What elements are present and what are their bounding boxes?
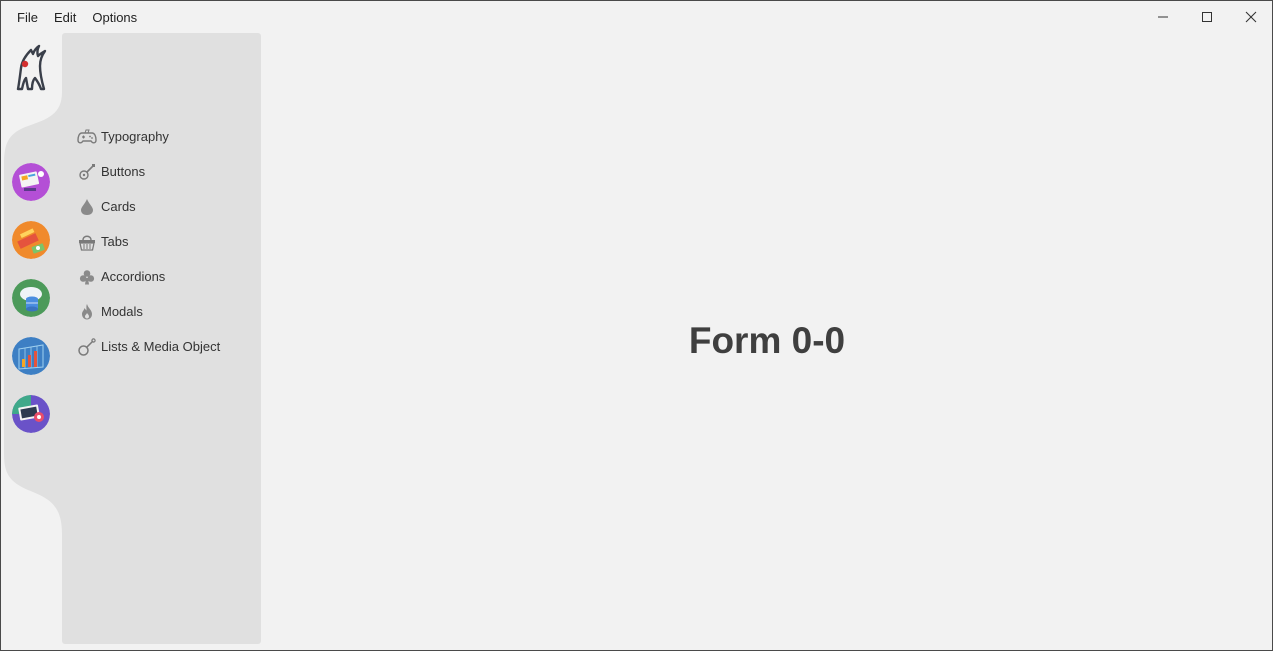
design-monitor-icon[interactable]: [12, 163, 50, 201]
menu-bar: File Edit Options: [9, 8, 145, 28]
sidebar-item-modals[interactable]: Modals: [76, 294, 256, 329]
club-icon: [76, 266, 98, 288]
sidebar-item-label: Modals: [101, 304, 143, 319]
charts-cash-icon[interactable]: [12, 221, 50, 259]
close-button[interactable]: [1229, 0, 1273, 34]
menu-edit[interactable]: Edit: [46, 8, 84, 28]
sidebar-item-typography[interactable]: Typography: [76, 119, 256, 154]
maximize-icon: [1202, 12, 1212, 22]
sidebar-panel: Typography Buttons Cards Tabs Accordions: [62, 33, 261, 644]
minimize-button[interactable]: [1141, 0, 1185, 34]
sidebar-item-label: Lists & Media Object: [101, 339, 221, 354]
sidebar-item-lists-media-object[interactable]: Lists & Media Object: [76, 329, 256, 364]
sidebar-item-label: Typography: [101, 129, 169, 144]
app-rail: [0, 34, 62, 644]
basket-icon: [76, 231, 98, 253]
window-controls: [1141, 0, 1273, 34]
sidebar-item-cards[interactable]: Cards: [76, 189, 256, 224]
sidebar-item-accordions[interactable]: Accordions: [76, 259, 256, 294]
close-icon: [1245, 11, 1257, 23]
sidebar-item-buttons[interactable]: Buttons: [76, 154, 256, 189]
page-title: Form 0-0: [688, 320, 846, 361]
cloud-database-icon[interactable]: [12, 279, 50, 317]
desktop-settings-icon[interactable]: [12, 395, 50, 433]
guitar-icon: [76, 161, 98, 183]
drop-icon: [76, 196, 98, 218]
sidebar-item-label: Cards: [101, 199, 136, 214]
minimize-icon: [1158, 16, 1168, 18]
fire-icon: [76, 301, 98, 323]
duke-mascot-logo-icon: [16, 44, 47, 91]
menu-options[interactable]: Options: [84, 8, 145, 28]
sidebar-item-label: Tabs: [101, 234, 129, 249]
menu-file[interactable]: File: [9, 8, 46, 28]
sidebar-item-label: Buttons: [101, 164, 146, 179]
sidebar-item-tabs[interactable]: Tabs: [76, 224, 256, 259]
maximize-button[interactable]: [1185, 0, 1229, 34]
link-icon: [76, 336, 98, 358]
analytics-grid-icon[interactable]: [12, 337, 50, 375]
sidebar-nav: Typography Buttons Cards Tabs Accordions: [76, 119, 256, 364]
gamepad-icon: [76, 126, 98, 148]
sidebar-item-label: Accordions: [101, 269, 166, 284]
